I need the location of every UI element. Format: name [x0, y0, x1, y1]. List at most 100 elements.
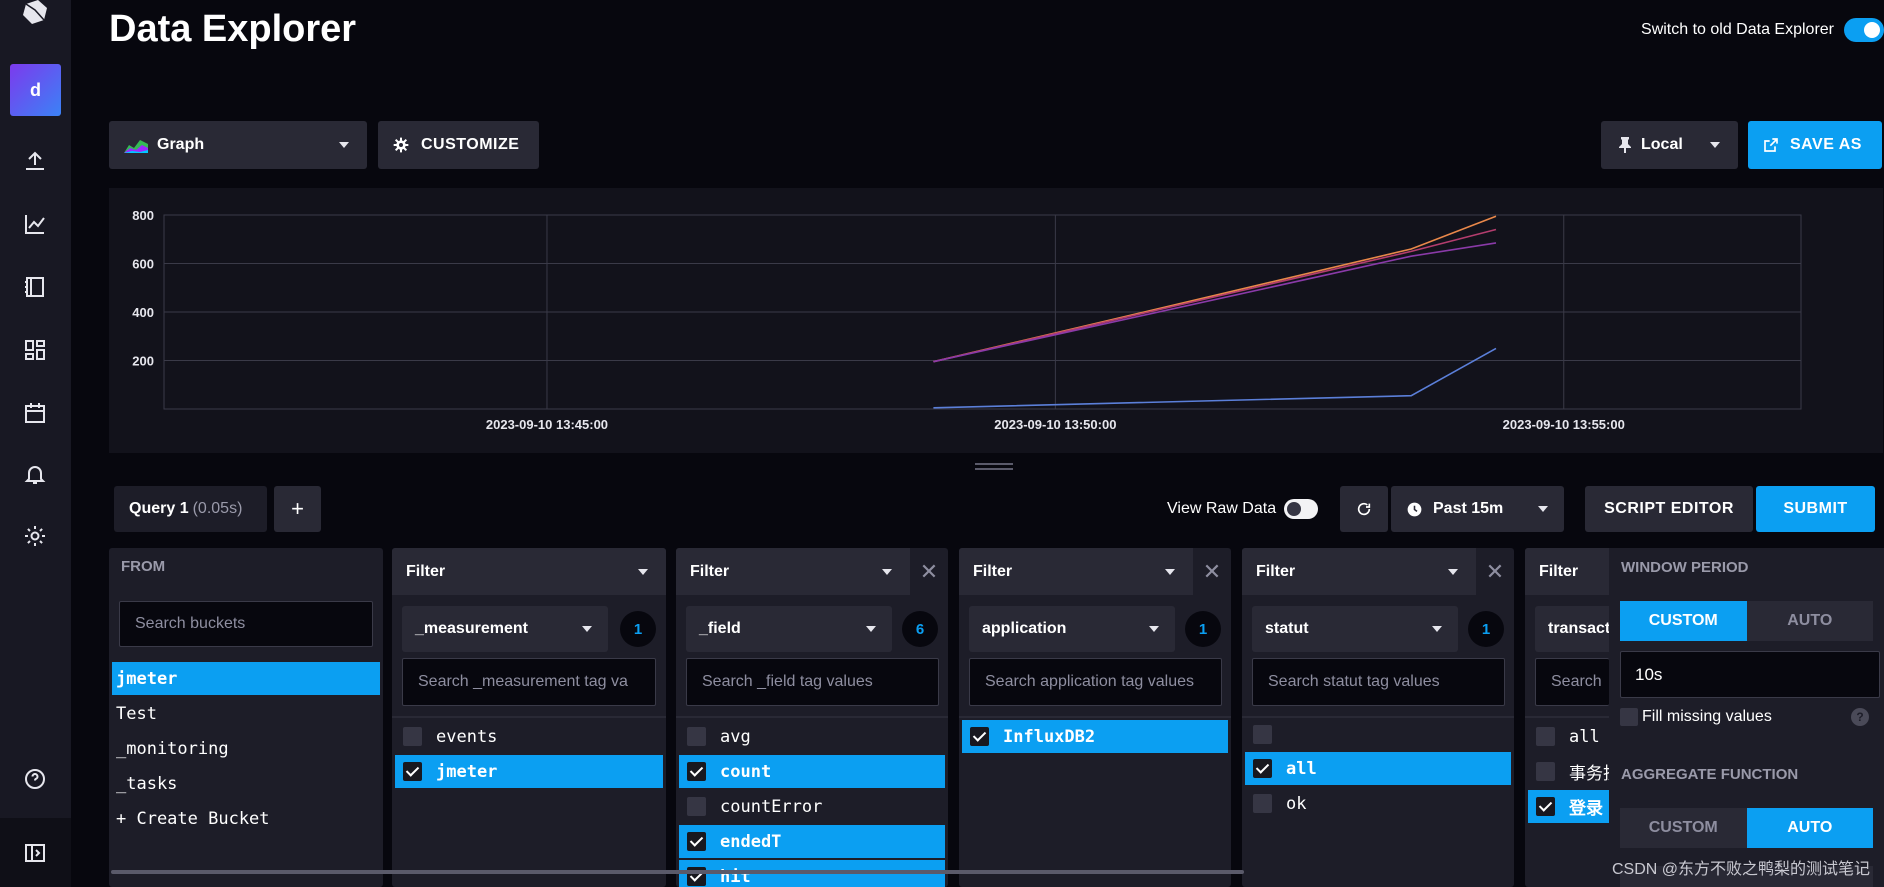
checkbox[interactable] — [1253, 759, 1272, 778]
page-title: Data Explorer — [109, 8, 357, 50]
checkbox[interactable] — [970, 727, 989, 746]
time-range-dropdown[interactable]: Past 15m — [1391, 486, 1564, 532]
upload-icon[interactable] — [19, 145, 51, 177]
tag-value-item[interactable]: count — [679, 755, 945, 788]
checkbox[interactable] — [687, 832, 706, 851]
dashboards-icon[interactable] — [19, 334, 51, 366]
tag-key-dropdown[interactable]: _field — [686, 606, 892, 652]
graph-icon[interactable] — [19, 208, 51, 240]
tag-key-dropdown[interactable]: application — [969, 606, 1175, 652]
viz-type-dropdown[interactable]: Graph — [109, 121, 367, 169]
tag-value-item[interactable]: avg — [679, 720, 945, 753]
tag-value-item[interactable]: events — [395, 720, 663, 753]
timezone-dropdown[interactable]: Local — [1601, 121, 1738, 169]
tag-value-item[interactable]: jmeter — [395, 755, 663, 788]
tag-value-item[interactable] — [1245, 718, 1511, 751]
tag-value-item[interactable]: countError — [679, 790, 945, 823]
tag-value-item[interactable]: endedT — [679, 825, 945, 858]
help-icon[interactable] — [19, 763, 51, 795]
tag-value-item[interactable]: 登录 — [1528, 790, 1609, 823]
view-raw-data-toggle[interactable] — [1284, 499, 1319, 519]
tag-value-search-input[interactable]: Search _measurement tag va — [402, 658, 656, 706]
submit-label: SUBMIT — [1783, 500, 1848, 517]
bucket-item[interactable]: jmeter — [112, 662, 380, 695]
checkbox[interactable] — [687, 762, 706, 781]
query-tab[interactable]: Query 1 (0.05s) — [114, 486, 267, 532]
checkbox[interactable] — [1536, 762, 1555, 781]
checkbox[interactable] — [1536, 727, 1555, 746]
tag-key-dropdown[interactable]: transact — [1535, 606, 1609, 652]
graph-panel[interactable]: 200 400 600 800 2023-09-10 13:45:00 2023-09-1… — [109, 188, 1883, 453]
alerts-bell-icon[interactable] — [19, 458, 51, 490]
customize-button[interactable]: CUSTOMIZE — [378, 121, 539, 169]
close-icon[interactable]: ✕ — [910, 548, 948, 595]
script-editor-label: SCRIPT EDITOR — [1604, 500, 1734, 517]
filter-function-dropdown[interactable]: Filter — [1242, 548, 1476, 595]
tag-value-item[interactable]: all — [1528, 720, 1609, 753]
tag-value-search-input[interactable]: Search _field tag values — [686, 658, 939, 706]
fill-missing-checkbox[interactable] — [1620, 708, 1638, 726]
collapse-sidebar-icon[interactable] — [19, 837, 51, 869]
logo-icon[interactable] — [20, 0, 50, 26]
settings-gear-icon[interactable] — [19, 520, 51, 552]
refresh-button[interactable] — [1340, 486, 1388, 532]
tag-value-item[interactable]: all — [1245, 752, 1511, 785]
aggregate-auto-button[interactable]: AUTO — [1746, 808, 1873, 848]
filter-title: Filter — [973, 562, 1013, 580]
checkbox[interactable] — [403, 762, 422, 781]
tag-value-label: count — [720, 761, 772, 782]
x-tick-label: 2023-09-10 13:50:00 — [994, 417, 1116, 432]
tag-value-item[interactable]: 事务技 — [1528, 755, 1609, 788]
notebook-icon[interactable] — [19, 271, 51, 303]
x-tick-label: 2023-09-10 13:45:00 — [486, 417, 608, 432]
tag-value-label: all — [1286, 758, 1317, 779]
close-icon[interactable]: ✕ — [1476, 548, 1514, 595]
window-period-custom-button[interactable]: CUSTOM — [1620, 601, 1747, 641]
window-period-auto-button[interactable]: AUTO — [1746, 601, 1873, 641]
checkbox[interactable] — [687, 727, 706, 746]
script-editor-button[interactable]: SCRIPT EDITOR — [1585, 486, 1753, 532]
y-tick-label: 600 — [132, 257, 154, 272]
checkbox[interactable] — [1536, 797, 1555, 816]
tag-value-search-input[interactable]: Search statut tag values — [1252, 658, 1505, 706]
query-tab-time: (0.05s) — [192, 500, 243, 517]
tag-value-item[interactable]: ok — [1245, 787, 1511, 820]
checkbox[interactable] — [687, 797, 706, 816]
bucket-item[interactable]: _monitoring — [112, 732, 380, 765]
save-as-button[interactable]: SAVE AS — [1748, 121, 1882, 169]
filter-function-dropdown[interactable]: Filter — [676, 548, 910, 595]
org-avatar[interactable]: d — [10, 64, 61, 116]
window-period-input[interactable]: 10s — [1620, 651, 1880, 698]
submit-button[interactable]: SUBMIT — [1756, 486, 1875, 532]
clock-icon — [1407, 502, 1422, 516]
filter-function-dropdown[interactable]: Filter — [959, 548, 1193, 595]
help-icon[interactable]: ? — [1851, 708, 1869, 726]
close-icon[interactable]: ✕ — [1193, 548, 1231, 595]
filter-panel-application: Filter ✕ application 1 Search applicatio… — [959, 548, 1231, 887]
resize-handle[interactable] — [975, 463, 1013, 471]
aggregate-custom-button[interactable]: CUSTOM — [1620, 808, 1747, 848]
window-period-label: WINDOW PERIOD — [1621, 559, 1749, 576]
external-link-icon — [1764, 138, 1778, 152]
checkbox[interactable] — [1253, 794, 1272, 813]
switch-old-explorer-toggle[interactable] — [1844, 18, 1884, 42]
bucket-item[interactable]: Test — [112, 697, 380, 730]
horizontal-scrollbar[interactable] — [111, 870, 1244, 874]
filter-function-dropdown[interactable]: Filter — [392, 548, 666, 595]
tag-key-dropdown[interactable]: statut — [1252, 606, 1458, 652]
add-query-button[interactable]: + — [274, 486, 321, 532]
selected-count-badge: 1 — [620, 611, 656, 647]
bucket-item[interactable]: _tasks — [112, 767, 380, 800]
create-bucket-button[interactable]: + Create Bucket — [112, 802, 380, 835]
tag-key-dropdown[interactable]: _measurement — [402, 606, 608, 652]
tag-value-search-input[interactable]: Search — [1535, 658, 1609, 706]
tag-value-search-input[interactable]: Search application tag values — [969, 658, 1222, 706]
tasks-calendar-icon[interactable] — [19, 397, 51, 429]
chevron-down-icon — [339, 142, 349, 148]
bucket-search-input[interactable]: Search buckets — [119, 601, 373, 647]
checkbox[interactable] — [403, 727, 422, 746]
tag-value-item[interactable]: InfluxDB2 — [962, 720, 1228, 753]
filter-function-dropdown[interactable]: Filter — [1525, 548, 1609, 595]
checkbox[interactable] — [1253, 725, 1272, 744]
add-query-label: + — [291, 496, 304, 521]
